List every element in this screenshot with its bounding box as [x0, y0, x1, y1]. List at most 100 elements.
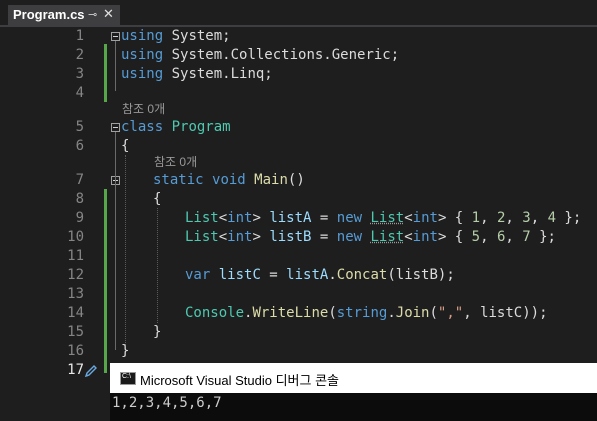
punct: =: [260, 267, 287, 283]
parens: (): [287, 172, 305, 188]
code-line-10: List<int> listB = new List<int> { 5, 6, …: [185, 228, 556, 247]
change-indicator: [104, 189, 107, 373]
keyword: int: [412, 210, 438, 226]
punct: ,: [530, 210, 548, 226]
brace: {: [153, 191, 162, 207]
punct: ,: [505, 229, 523, 245]
console-title-bar[interactable]: C:\ Microsoft Visual Studio 디버그 콘솔: [110, 363, 597, 393]
punct: };: [556, 210, 582, 226]
line-number: 16: [67, 343, 84, 359]
fold-toggle-class[interactable]: [111, 123, 120, 132]
debug-console-window[interactable]: C:\ Microsoft Visual Studio 디버그 콘솔 1,2,3…: [110, 363, 597, 421]
close-icon[interactable]: ✕: [103, 6, 114, 22]
keyword: static: [153, 172, 204, 188]
line-number: 15: [67, 324, 84, 340]
type: List: [185, 229, 219, 245]
number: 4: [547, 210, 556, 226]
line-number: 9: [75, 210, 84, 226]
punct: .: [387, 305, 396, 321]
console-title: Microsoft Visual Studio 디버그 콘솔: [140, 373, 340, 388]
code-line-16: }: [121, 342, 129, 361]
punct: ,: [480, 229, 497, 245]
variable: listA: [286, 267, 329, 283]
punct: .: [328, 267, 337, 283]
keyword: using: [121, 28, 164, 44]
code-line-14: Console.WriteLine(string.Join(",", listC…: [185, 304, 548, 323]
type: Console: [185, 305, 245, 321]
punct: };: [530, 229, 556, 245]
number: 7: [522, 229, 531, 245]
keyword: class: [121, 119, 164, 135]
number: 1: [471, 210, 481, 226]
console-icon: C:\: [120, 372, 136, 385]
keyword: void: [212, 172, 246, 188]
line-number: 1: [75, 28, 84, 44]
type: List: [185, 210, 219, 226]
keyword: string: [336, 305, 388, 321]
pin-icon[interactable]: ⊸: [88, 8, 97, 21]
type: List: [370, 210, 405, 226]
console-output-area[interactable]: 1,2,3,4,5,6,7: [110, 393, 597, 421]
code-line-1: using System;: [121, 27, 231, 46]
punct: <: [404, 229, 413, 245]
tab-program-cs[interactable]: Program.cs ⊸ ✕: [8, 5, 120, 25]
indent-guide: [157, 208, 158, 323]
code-line-15: }: [153, 323, 161, 342]
method-name: Main: [254, 172, 288, 188]
class-name: Program: [171, 119, 231, 135]
line-number: 5: [75, 119, 84, 135]
tab-filename: Program.cs: [13, 7, 85, 22]
line-number: 4: [75, 85, 84, 101]
args: , listC));: [463, 305, 548, 321]
punct: ,: [480, 210, 497, 226]
method-name: WriteLine: [252, 305, 329, 321]
indent-guide: [125, 155, 126, 345]
line-number: 11: [67, 248, 84, 264]
line-number: 14: [67, 305, 84, 321]
code-line-7: static void Main(): [153, 171, 305, 190]
line-number: 12: [67, 267, 84, 283]
codelens-references-method[interactable]: 참조 0개: [154, 154, 197, 170]
variable: listC: [210, 267, 261, 283]
code-line-8: {: [153, 190, 161, 209]
code-line-12: var listC = listA.Concat(listB);: [185, 266, 455, 285]
punct: > {: [437, 210, 472, 226]
line-number: 2: [75, 47, 84, 63]
code-line-6: {: [121, 137, 129, 156]
namespace: System.Collections.Generic;: [163, 47, 400, 63]
line-number: 10: [67, 229, 84, 245]
keyword: int: [227, 229, 253, 245]
code-line-3: using System.Linq;: [121, 65, 273, 84]
args: (listB);: [387, 267, 455, 283]
brace: {: [121, 138, 130, 154]
method-name: Concat: [336, 267, 388, 283]
fold-toggle-usings[interactable]: [111, 32, 120, 41]
keyword: int: [412, 229, 438, 245]
punct: ,: [505, 210, 523, 226]
line-number: 3: [75, 66, 84, 82]
change-indicator: [104, 44, 107, 102]
punct: =: [311, 229, 337, 245]
number: 5: [471, 229, 481, 245]
variable: listA: [269, 210, 312, 226]
string-literal: ",": [437, 305, 464, 321]
line-number: 6: [75, 138, 84, 154]
punct: >: [252, 229, 270, 245]
codelens-references-class[interactable]: 참조 0개: [122, 101, 165, 117]
quick-actions-pencil-icon[interactable]: [84, 364, 98, 378]
punct: > {: [437, 229, 472, 245]
punct: <: [404, 210, 413, 226]
line-number: 7: [75, 172, 84, 188]
number: 3: [522, 210, 531, 226]
type: List: [370, 229, 405, 245]
code-editor[interactable]: 1 2 3 4 5 6 7 8 9 10 11 12 13 14 15 16 1…: [0, 27, 597, 421]
namespace: System.Linq;: [163, 66, 273, 82]
punct: <: [218, 210, 228, 226]
variable: listB: [269, 229, 312, 245]
document-tab-bar: Program.cs ⊸ ✕: [0, 0, 597, 27]
punct: <: [218, 229, 228, 245]
keyword: new: [336, 229, 363, 245]
keyword: new: [336, 210, 363, 226]
console-output: 1,2,3,4,5,6,7: [112, 395, 222, 411]
fold-line: [115, 41, 116, 91]
